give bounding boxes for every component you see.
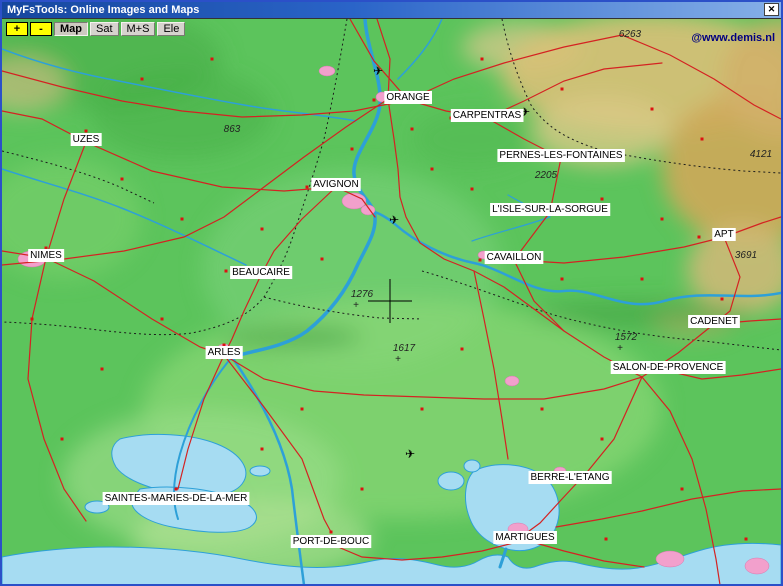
city-label: L'ISLE-SUR-LA-SORGUE: [492, 204, 608, 215]
city-label: APT: [714, 229, 733, 240]
town-dot: [479, 259, 482, 262]
layer-button-map[interactable]: Map: [54, 22, 88, 36]
town-dot: [181, 218, 184, 221]
town-dot: [481, 58, 484, 61]
town-dot: [351, 148, 354, 151]
town-dot: [261, 228, 264, 231]
city-label: BERRE-L'ETANG: [531, 472, 610, 483]
city-label: NIMES: [30, 250, 62, 261]
city-label: CADENET: [690, 316, 738, 327]
town-dot: [261, 448, 264, 451]
town-dot: [61, 438, 64, 441]
spot-height-icon: +: [353, 300, 359, 311]
spot-height-icon: +: [617, 343, 623, 354]
city-label: CAVAILLON: [487, 252, 542, 263]
town-dot: [161, 318, 164, 321]
town-dot: [301, 408, 304, 411]
airport-icon: ✈: [389, 213, 399, 227]
town-dot: [330, 531, 333, 534]
layer-button-m-s[interactable]: M+S: [121, 22, 156, 36]
zoom-in-button[interactable]: +: [6, 22, 28, 36]
town-dot: [698, 236, 701, 239]
town-dot: [101, 368, 104, 371]
elevation-label: 1572: [615, 332, 638, 343]
town-dot: [561, 278, 564, 281]
town-dot: [461, 348, 464, 351]
elevation-label: 1276: [351, 289, 374, 300]
town-dot: [85, 130, 88, 133]
town-dot: [321, 258, 324, 261]
town-dot: [661, 218, 664, 221]
map-toolbar: + - MapSatM+SEle: [6, 22, 185, 36]
map-svg: ✈✈✈✈ 62638634121220536911276+1617+1572+ …: [2, 19, 781, 585]
town-dot: [431, 168, 434, 171]
town-dot: [225, 270, 228, 273]
window-title: MyFsTools: Online Images and Maps: [7, 4, 199, 16]
spot-height-icon: +: [395, 354, 401, 365]
town-dot: [31, 318, 34, 321]
elevation-label: 863: [224, 124, 241, 135]
layer-button-sat[interactable]: Sat: [90, 22, 119, 36]
close-button[interactable]: ✕: [764, 3, 779, 16]
town-dot: [701, 138, 704, 141]
town-dot: [141, 78, 144, 81]
airport-icon: ✈: [373, 64, 383, 78]
town-dot: [373, 99, 376, 102]
town-dot: [601, 438, 604, 441]
airport-icon: ✈: [405, 447, 415, 461]
elevation-label: 2205: [534, 170, 558, 181]
elevation-label: 6263: [619, 29, 642, 40]
city-label: UZES: [73, 134, 100, 145]
town-dot: [421, 408, 424, 411]
city-label: AVIGNON: [313, 179, 358, 190]
town-dot: [121, 178, 124, 181]
layer-button-ele[interactable]: Ele: [157, 22, 185, 36]
town-dot: [601, 198, 604, 201]
elevation-label: 4121: [750, 149, 772, 160]
town-dot: [471, 188, 474, 191]
small-lagoon: [250, 466, 270, 476]
town-dot: [541, 408, 544, 411]
city-label: ARLES: [208, 347, 241, 358]
town-dot: [211, 58, 214, 61]
town-dot: [361, 488, 364, 491]
town-dot: [721, 298, 724, 301]
layer-buttons: MapSatM+SEle: [54, 22, 185, 36]
map-canvas[interactable]: + - MapSatM+SEle @www.demis.nl: [2, 18, 781, 585]
zoom-out-button[interactable]: -: [30, 22, 52, 36]
city-label: ORANGE: [386, 92, 430, 103]
town-dot: [651, 108, 654, 111]
town-dot: [306, 186, 309, 189]
town-dot: [411, 128, 414, 131]
title-bar[interactable]: MyFsTools: Online Images and Maps ✕: [2, 2, 781, 18]
city-label: PORT-DE-BOUC: [293, 536, 370, 547]
town-dot: [745, 538, 748, 541]
app-window: MyFsTools: Online Images and Maps ✕ + - …: [0, 0, 783, 586]
city-label: SAINTES-MARIES-DE-LA-MER: [105, 493, 248, 504]
town-dot: [561, 88, 564, 91]
town-dot: [681, 488, 684, 491]
city-label: CARPENTRAS: [453, 110, 522, 121]
town-dot: [605, 538, 608, 541]
elevation-label: 3691: [735, 250, 757, 261]
town-dot: [641, 278, 644, 281]
elevation-label: 1617: [393, 343, 416, 354]
city-label: BEAUCAIRE: [232, 267, 290, 278]
map-attribution: @www.demis.nl: [691, 32, 775, 44]
city-label: PERNES-LES-FONTAINES: [499, 150, 622, 161]
small-lake: [438, 472, 464, 490]
town-dot: [175, 488, 178, 491]
small-lake: [464, 460, 480, 472]
city-label: SALON-DE-PROVENCE: [613, 362, 724, 373]
city-label: MARTIGUES: [495, 532, 555, 543]
